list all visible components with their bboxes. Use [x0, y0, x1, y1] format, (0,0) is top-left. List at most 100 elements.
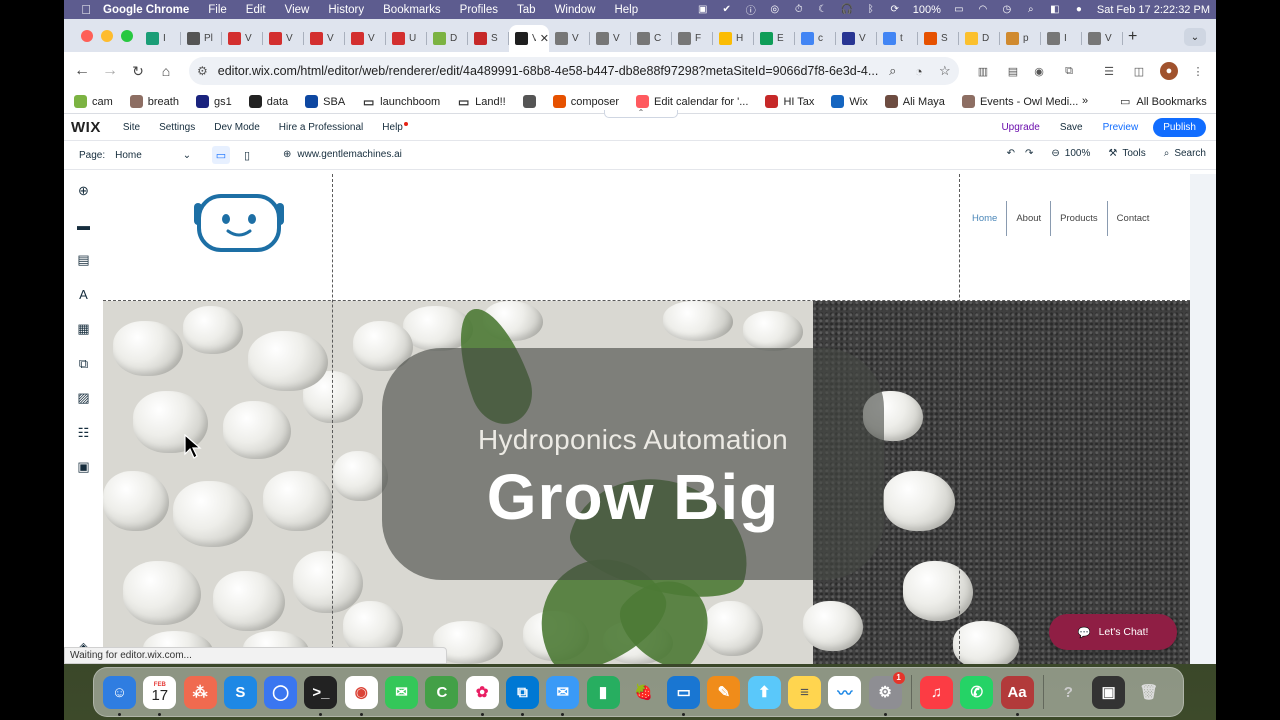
mail-icon[interactable]: ✉ [546, 675, 580, 716]
menu-window[interactable]: Window [555, 4, 596, 16]
site-info-icon[interactable]: ⚙ [197, 64, 208, 78]
nav-products[interactable]: Products [1051, 201, 1108, 236]
menu-clock[interactable]: Sat Feb 17 2:22:32 PM [1097, 4, 1210, 16]
address-bar[interactable]: ⚙ editor.wix.com/html/editor/web/rendere… [189, 57, 959, 85]
dictionary-icon[interactable]: Aa [1000, 675, 1034, 716]
bookmark-item[interactable]: Edit calendar for '... [636, 95, 748, 108]
photos-icon[interactable]: ✿ [465, 675, 499, 716]
browser-tab[interactable]: U [386, 25, 427, 52]
browser-tab[interactable]: E [754, 25, 795, 52]
browser-tab[interactable]: D [427, 25, 468, 52]
bookmark-item[interactable]: HI Tax [765, 95, 814, 108]
collapse-toggle-icon[interactable]: ⌃ [604, 109, 678, 118]
browser-tab[interactable]: C [631, 25, 672, 52]
browser-tab[interactable]: Pl [181, 25, 222, 52]
new-tab-button[interactable]: + [1128, 28, 1137, 46]
menu-history[interactable]: History [328, 4, 364, 16]
zoom-lens-icon[interactable]: ⌕ [882, 60, 904, 82]
pages-icon[interactable]: ✎ [707, 675, 741, 709]
extensions-puzzle-icon[interactable]: ⧉ [1060, 62, 1078, 80]
browser-tab[interactable]: V [263, 25, 304, 52]
hero-text-box[interactable]: Hydroponics Automation Grow Big [382, 348, 884, 580]
battery-icon[interactable]: ▭ [952, 4, 966, 16]
wifi-icon[interactable]: ◠ [976, 4, 990, 16]
browser-tab[interactable]: V ✕ [509, 25, 549, 52]
profile-avatar[interactable]: ● [1160, 62, 1178, 80]
mobile-view-icon[interactable]: ▯ [238, 146, 256, 164]
sync-icon[interactable]: ⟳ [888, 4, 902, 16]
menu-app-name[interactable]: Google Chrome [103, 4, 189, 16]
browser-tab[interactable]: F [672, 25, 713, 52]
bookmark-item[interactable]: ▭ Land!! [457, 95, 506, 109]
calendar-icon[interactable]: FEB 17 [143, 675, 177, 716]
browser-tab[interactable]: I [1041, 25, 1082, 52]
screen-record-icon[interactable]: ▣ [696, 4, 710, 16]
checkmark-icon[interactable]: ✔ [720, 4, 734, 16]
cursor-app-icon[interactable]: C [425, 675, 459, 709]
preview-button[interactable]: Preview [1103, 122, 1139, 133]
wix-menu-dev-mode[interactable]: Dev Mode [214, 122, 260, 133]
airdrop-icon[interactable]: ◎ [768, 4, 782, 16]
bookmark-star-icon[interactable]: ☆ [934, 60, 956, 82]
add-elements-icon[interactable]: ⊕ [64, 174, 103, 209]
tools-button[interactable]: ⚒ Tools [1108, 148, 1145, 159]
close-tab-icon[interactable]: ✕ [540, 32, 549, 45]
reload-button[interactable]: ↻ [124, 57, 152, 85]
system-settings-icon[interactable]: ⚙ 1 [868, 671, 905, 716]
reading-list-icon[interactable]: ☰ [1100, 62, 1118, 80]
tab-search-button[interactable]: ⌄ [1184, 28, 1206, 46]
apple-icon[interactable]:  [79, 2, 93, 17]
browser-tab[interactable]: p [1000, 25, 1041, 52]
keynote-icon[interactable]: ▭ [667, 675, 701, 716]
browser-tab[interactable]: V [590, 25, 631, 52]
browser-tab[interactable]: V [836, 25, 877, 52]
apps-icon[interactable]: ▦ [64, 312, 103, 347]
spotlight-search-icon[interactable]: ⌕ [1024, 4, 1038, 16]
bookmark-item[interactable]: Ali Maya [884, 95, 945, 108]
hero-title[interactable]: Grow Big [382, 460, 884, 534]
extension-zip-icon[interactable]: ▤ [1004, 62, 1022, 80]
finder-icon[interactable]: ☺ [103, 675, 136, 716]
trash-icon[interactable]: 🗑 [1132, 676, 1165, 709]
browser-tab[interactable]: V [304, 25, 345, 52]
browser-tab[interactable]: V [222, 25, 263, 52]
siri-icon[interactable]: ● [1072, 4, 1086, 16]
menu-view[interactable]: View [285, 4, 310, 16]
browser-tab[interactable]: V [549, 25, 590, 52]
numbers-icon[interactable]: ▮ [586, 675, 620, 709]
control-center-icon[interactable]: ◧ [1048, 4, 1062, 16]
help-icon[interactable]: ? [1052, 676, 1085, 709]
browser-tab[interactable]: S [918, 25, 959, 52]
browser-tab[interactable]: t [877, 25, 918, 52]
hero-subtitle[interactable]: Hydroponics Automation [382, 424, 884, 456]
freeform-icon[interactable]: 〰 [828, 675, 862, 709]
browser-tab[interactable]: H [713, 25, 754, 52]
signal-icon[interactable]: ◯ [264, 675, 298, 709]
bookmarks-overflow-icon[interactable]: » [1082, 95, 1088, 107]
desktop-view-icon[interactable]: ▭ [212, 146, 230, 164]
menu-tab[interactable]: Tab [517, 4, 536, 16]
upgrade-button[interactable]: Upgrade [1001, 122, 1039, 133]
forward-button[interactable]: → [96, 57, 124, 85]
robot-logo-icon[interactable] [188, 193, 290, 255]
browser-tab[interactable]: D [959, 25, 1000, 52]
cms-icon[interactable]: ☷ [64, 416, 103, 451]
menu-help[interactable]: Help [614, 4, 638, 16]
menu-file[interactable]: File [208, 4, 227, 16]
vscode-icon[interactable]: ⧉ [505, 675, 539, 716]
page-selector[interactable]: Page: Home ⌄ [79, 150, 192, 161]
bookmark-item[interactable]: Wix [831, 95, 868, 108]
performance-icon[interactable]: ◔ [908, 60, 930, 82]
wix-menu-hire[interactable]: Hire a Professional [279, 122, 363, 133]
wix-menu-help[interactable]: Help [382, 121, 408, 133]
bookmark-item[interactable]: composer [552, 95, 619, 108]
search-button[interactable]: ⌕ Search [1164, 148, 1206, 159]
bookmark-item[interactable]: SBA [305, 95, 345, 108]
browser-tab[interactable]: c [795, 25, 836, 52]
sections-icon[interactable]: ▬ [64, 209, 103, 244]
zoom-window-button[interactable] [121, 30, 133, 42]
minimize-window-button[interactable] [101, 30, 113, 42]
zoom-control[interactable]: ⊖ 100% [1051, 148, 1090, 159]
media-icon[interactable]: ▨ [64, 381, 103, 416]
bookmark-item[interactable]: data [248, 95, 288, 108]
